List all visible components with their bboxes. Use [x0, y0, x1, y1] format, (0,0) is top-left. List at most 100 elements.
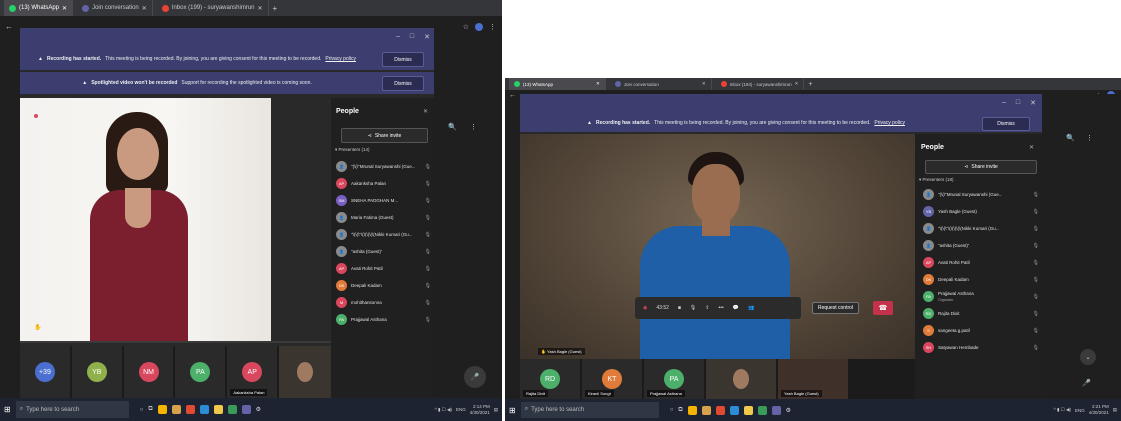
tray-icons[interactable]: ^ ▮ ☐ ◀)	[1054, 407, 1071, 413]
share-screen-icon[interactable]: ⇪	[705, 305, 709, 311]
file-explorer-icon[interactable]	[701, 405, 711, 415]
more-actions-icon[interactable]: •••	[718, 305, 723, 311]
participant-row[interactable]: Mmohithansonna 🎙	[336, 294, 431, 311]
participant-tile[interactable]: RD Rajita Dixit	[520, 359, 580, 399]
participant-row[interactable]: AP Aakanksha Palan 🎙	[336, 175, 431, 192]
taskbar-search[interactable]: ⌕ Type here to search	[15, 401, 129, 418]
browser-tab[interactable]: (13) WhatsApp ✕	[4, 0, 74, 16]
presenters-header[interactable]: ▾ Presenters (14)	[335, 147, 370, 153]
task-view-icon[interactable]: ⧉	[678, 407, 682, 414]
mic-off-icon[interactable]: 🎙	[690, 305, 696, 311]
browser-tab[interactable]: Join conversation ✕	[610, 78, 712, 90]
close-icon[interactable]: ✕	[702, 81, 706, 87]
minimize-button[interactable]: –	[1002, 99, 1006, 107]
back-icon[interactable]: ←	[509, 92, 516, 99]
privacy-policy-link[interactable]: Privacy policy	[874, 120, 905, 126]
new-tab-icon[interactable]: +	[808, 81, 812, 88]
close-icon[interactable]: ✕	[795, 81, 799, 87]
menu-icon[interactable]: ⋮	[489, 23, 496, 31]
dismiss-button[interactable]: Dismiss	[982, 117, 1030, 131]
search-icon[interactable]: 🔍	[448, 123, 457, 131]
participant-row[interactable]: 👤 "(\(\"Mrunal Suryawanshi (Gue... 🎙	[923, 186, 1039, 203]
more-options-icon[interactable]: ⋮	[470, 123, 477, 131]
app-icon[interactable]	[185, 405, 195, 414]
participant-row[interactable]: YB Yash Bagle (Guest) 🎙	[923, 203, 1039, 220]
maximize-button[interactable]: □	[410, 33, 414, 41]
close-panel-icon[interactable]: ✕	[423, 108, 428, 115]
close-button[interactable]: ✕	[1030, 99, 1036, 107]
camera-icon[interactable]: ■	[678, 305, 681, 311]
self-video-tile[interactable]	[279, 346, 331, 398]
share-invite-button[interactable]: ⋖ Share invite	[925, 160, 1037, 174]
minimize-button[interactable]: –	[396, 33, 400, 41]
chevron-down-icon[interactable]: ⌄	[1080, 349, 1096, 365]
share-invite-button[interactable]: ⋖ Share invite	[341, 128, 428, 143]
teams-icon[interactable]	[241, 405, 251, 414]
participant-row[interactable]: AP Avati Rohit Patil 🎙	[923, 254, 1039, 271]
participant-row[interactable]: 👤 "ashita (Guest)" 🎙	[923, 237, 1039, 254]
profile-icon[interactable]	[475, 23, 483, 31]
participant-tile[interactable]: PA	[175, 346, 226, 398]
participant-row[interactable]: 👤 "ashita (Guest)" 🎙	[336, 243, 431, 260]
chrome-icon[interactable]	[157, 405, 167, 414]
presenters-header[interactable]: ▾ Presenters (18)	[919, 177, 954, 183]
file-explorer-icon[interactable]	[171, 405, 181, 414]
folder-icon[interactable]	[743, 405, 753, 415]
leave-button[interactable]: ☎	[873, 301, 893, 315]
participant-tile[interactable]: AP Aakanksha Palan	[227, 346, 278, 398]
browser-tab[interactable]: (13) WhatsApp ✕	[509, 78, 606, 90]
notification-icon[interactable]: ▤	[1113, 407, 1117, 413]
participant-row[interactable]: 👤 "\(\(\"\(\(\(\(\(Nikki Kumari (Gu... 🎙	[336, 226, 431, 243]
search-icon[interactable]: 🔍	[1066, 134, 1075, 142]
participant-row[interactable]: SM SNEHA PADGHAN M... 🎙	[336, 192, 431, 209]
participant-row[interactable]: DK Deepali Kadam 🎙	[923, 271, 1039, 288]
participant-tile[interactable]: KT Kiranli Songt	[582, 359, 642, 399]
maximize-button[interactable]: □	[1016, 99, 1020, 107]
browser-tab[interactable]: Inbox (199) - suryawanshimrun ✕	[157, 0, 269, 16]
teams-icon[interactable]	[771, 405, 781, 415]
chrome-icon[interactable]	[687, 405, 697, 415]
app-icon[interactable]	[715, 405, 725, 415]
participant-row[interactable]: SH Satyawan Hembade 🎙	[923, 339, 1039, 356]
app-icon[interactable]	[199, 405, 209, 414]
clock[interactable]: 2:14 PM 4/30/2021	[470, 404, 490, 416]
back-icon[interactable]: ←	[0, 16, 20, 38]
participant-row[interactable]: 👤 Maria Fatima (Guest) 🎙	[336, 209, 431, 226]
participants-icon[interactable]: 👥	[748, 305, 754, 311]
browser-tab[interactable]: Inbox (194) - suryawanshimrun ✕	[716, 78, 805, 90]
app-icon[interactable]	[729, 405, 739, 415]
participant-row[interactable]: RD Rajita Dixit 🎙	[923, 305, 1039, 322]
participant-row[interactable]: 👤 "\(\(\"\(\(\(\(\(Nikki Kumari (Gu... 🎙	[923, 220, 1039, 237]
cortana-icon[interactable]: ○	[140, 407, 144, 413]
taskbar-search[interactable]: ⌕ Type here to search	[520, 402, 659, 418]
close-icon[interactable]: ✕	[62, 5, 67, 12]
participant-tile[interactable]: PA Prajjawal Asthana	[644, 359, 704, 399]
mic-icon[interactable]: 🎤	[1082, 379, 1091, 387]
windows-start-icon[interactable]: ⊞	[4, 405, 11, 414]
new-tab-icon[interactable]: +	[273, 4, 278, 13]
self-video-tile[interactable]	[706, 359, 776, 399]
cortana-icon[interactable]: ○	[670, 407, 674, 413]
language-indicator[interactable]: ENG	[1075, 408, 1085, 413]
guest-video-tile[interactable]: Yash Bagle (Guest)	[778, 359, 848, 399]
request-control-button[interactable]: Request control	[812, 302, 860, 314]
task-view-icon[interactable]: ⧉	[148, 406, 152, 413]
participant-row[interactable]: PA Prajjawal Asthana 🎙	[336, 311, 431, 328]
dismiss-button[interactable]: Dismiss	[382, 76, 424, 91]
clock[interactable]: 2:21 PM 4/30/2021	[1089, 404, 1109, 416]
participant-tile[interactable]: NM	[123, 346, 174, 398]
notification-icon[interactable]: ▤	[494, 407, 498, 413]
participant-tile[interactable]: +39	[20, 346, 70, 398]
participant-row[interactable]: PA Prajjawal Asthana Organizer 🎙	[923, 288, 1039, 305]
close-panel-icon[interactable]: ✕	[1029, 144, 1034, 151]
tray-icons[interactable]: ^ ▮ ☐ ◀)	[435, 407, 452, 413]
mic-icon[interactable]: 🎤	[464, 366, 486, 388]
participant-row[interactable]: Ssangeeta.g.patil 🎙	[923, 322, 1039, 339]
app-icon[interactable]	[757, 405, 767, 415]
folder-icon[interactable]	[213, 405, 223, 414]
close-icon[interactable]: ✕	[258, 5, 263, 12]
close-icon[interactable]: ✕	[142, 5, 147, 12]
settings-icon[interactable]: ⚙	[786, 407, 791, 414]
app-icon[interactable]	[227, 405, 237, 414]
windows-start-icon[interactable]: ⊞	[509, 406, 516, 415]
